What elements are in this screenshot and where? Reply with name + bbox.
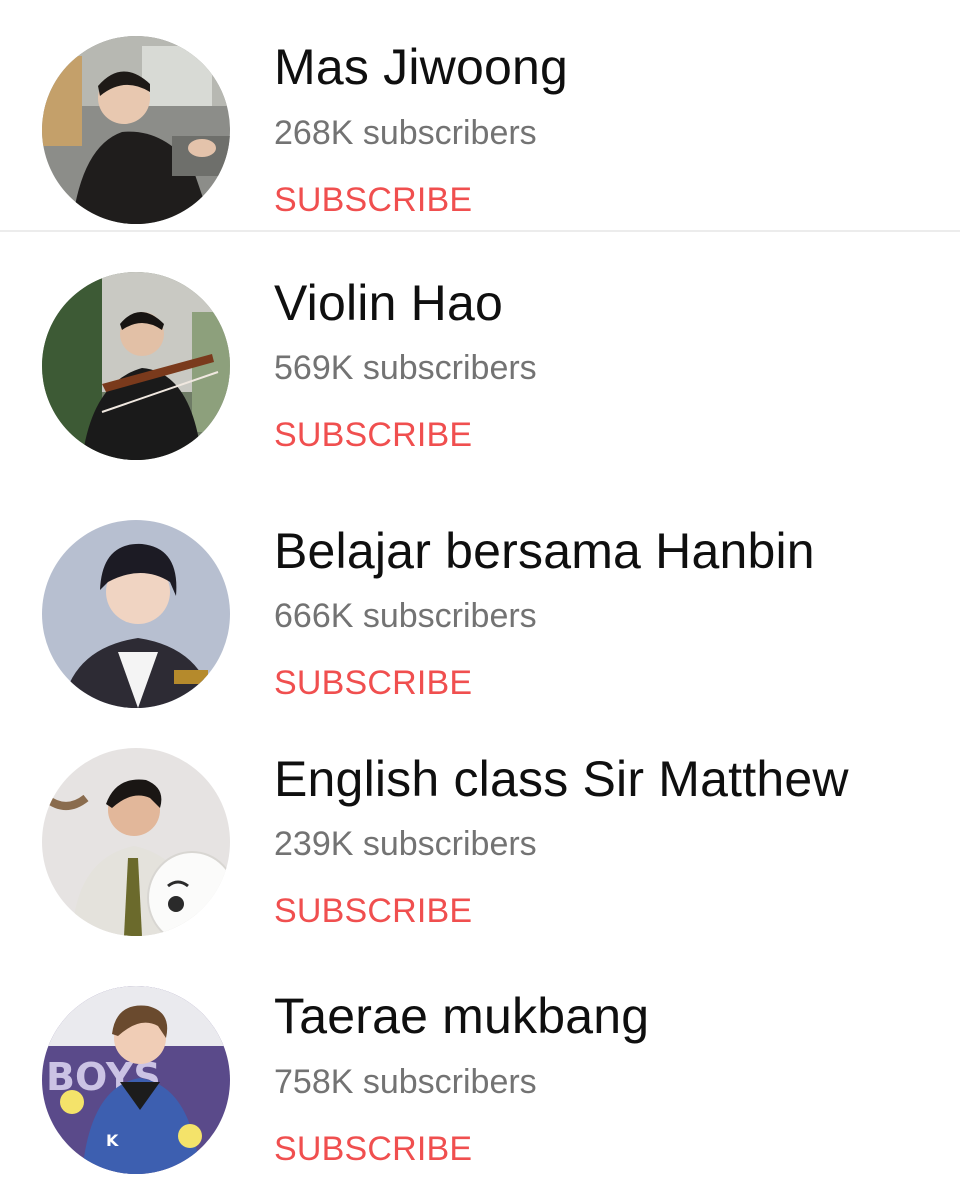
channel-list: Mas Jiwoong 268K subscribers SUBSCRIBE V… bbox=[0, 0, 960, 1200]
subscribe-button[interactable]: SUBSCRIBE bbox=[274, 1132, 472, 1166]
channel-avatar[interactable] bbox=[42, 36, 230, 224]
subscribe-button[interactable]: SUBSCRIBE bbox=[274, 666, 472, 700]
subscriber-count: 666K subscribers bbox=[274, 597, 537, 635]
subscribe-button[interactable]: SUBSCRIBE bbox=[274, 183, 472, 217]
channel-row[interactable]: Violin Hao 569K subscribers SUBSCRIBE bbox=[0, 232, 960, 464]
channel-avatar[interactable] bbox=[42, 272, 230, 460]
channel-name[interactable]: English class Sir Matthew bbox=[274, 754, 849, 804]
channel-avatar[interactable] bbox=[42, 520, 230, 708]
channel-name[interactable]: Mas Jiwoong bbox=[274, 42, 568, 92]
channel-name[interactable]: Violin Hao bbox=[274, 278, 503, 328]
avatar-image-violin-hao bbox=[42, 272, 230, 460]
channel-row[interactable]: BOYS K Taerae mukbang 758K subscribers S… bbox=[0, 944, 960, 1176]
channel-name[interactable]: Taerae mukbang bbox=[274, 991, 649, 1041]
subscriber-count: 569K subscribers bbox=[274, 349, 537, 387]
subscribe-button[interactable]: SUBSCRIBE bbox=[274, 894, 472, 928]
channel-name[interactable]: Belajar bersama Hanbin bbox=[274, 526, 815, 576]
avatar-image-belajar-bersama-hanbin bbox=[42, 520, 230, 708]
subscriber-count: 239K subscribers bbox=[274, 825, 537, 863]
channel-avatar[interactable] bbox=[42, 748, 230, 936]
avatar-image-taerae-mukbang: BOYS K bbox=[42, 986, 230, 1174]
channel-row[interactable]: English class Sir Matthew 239K subscribe… bbox=[0, 712, 960, 944]
subscriber-count: 268K subscribers bbox=[274, 114, 537, 152]
channel-row[interactable]: Belajar bersama Hanbin 666K subscribers … bbox=[0, 480, 960, 712]
avatar-image-mas-jiwoong bbox=[42, 36, 230, 224]
subscribe-button[interactable]: SUBSCRIBE bbox=[274, 418, 472, 452]
jersey-letter: K bbox=[106, 1131, 119, 1150]
subscriber-count: 758K subscribers bbox=[274, 1063, 537, 1101]
channel-avatar[interactable]: BOYS K bbox=[42, 986, 230, 1174]
avatar-image-english-class-sir-matthew bbox=[42, 748, 230, 936]
channel-row[interactable]: Mas Jiwoong 268K subscribers SUBSCRIBE bbox=[0, 0, 960, 232]
